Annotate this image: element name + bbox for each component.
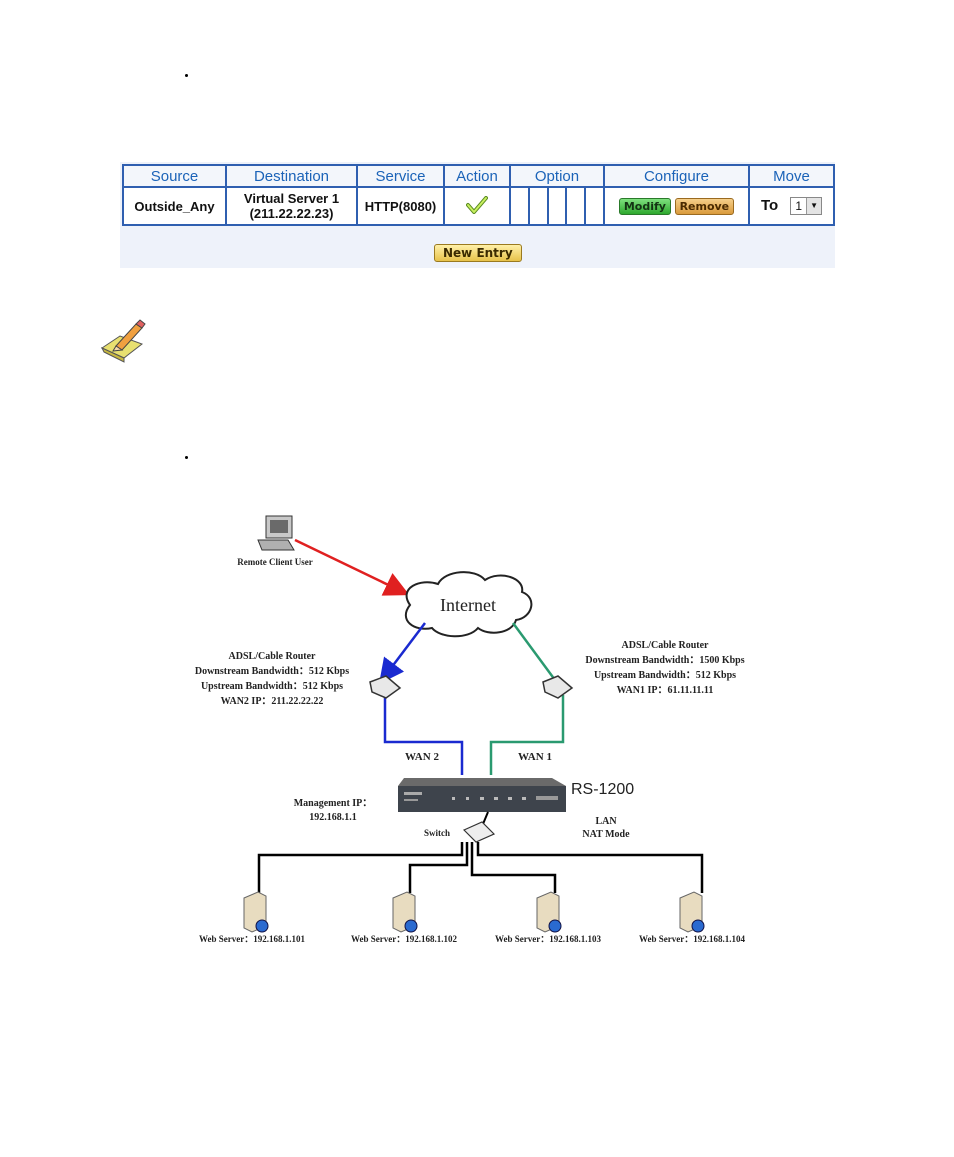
- web-server-icon: [243, 891, 269, 933]
- router-right-upstream: Upstream Bandwidth：512 Kbps: [594, 670, 736, 681]
- router-right-icon: [542, 675, 574, 699]
- web-server-icon: [392, 891, 418, 933]
- wan2-internet-link: [378, 622, 426, 684]
- router-right-downstream: Downstream Bandwidth：1500 Kbps: [585, 655, 744, 666]
- lan-links: [257, 842, 704, 893]
- web-server-label: Web Server：192.168.1.102: [351, 934, 457, 944]
- network-diagram: Remote Client User Internet ADSL/Cable R…: [195, 515, 745, 944]
- lan-label: LAN: [595, 816, 617, 827]
- router-left-icon: [369, 675, 402, 699]
- lan-link-104: [476, 842, 704, 893]
- web-server-icon: [679, 891, 705, 933]
- router-right-wan-ip: WAN1 IP：61.11.11.11: [617, 685, 714, 696]
- management-ip-value: 192.168.1.1: [309, 812, 357, 823]
- wan2-link: [383, 695, 464, 775]
- internet-label: Internet: [440, 595, 496, 615]
- router-right-title: ADSL/Cable Router: [622, 640, 710, 651]
- router-left-upstream: Upstream Bandwidth：512 Kbps: [201, 681, 343, 692]
- web-server-label: Web Server：192.168.1.104: [639, 934, 745, 944]
- switch-icon: [462, 821, 496, 843]
- nat-mode-label: NAT Mode: [582, 829, 630, 840]
- wan2-label: WAN 2: [405, 751, 439, 763]
- web-server-icon: [536, 891, 562, 933]
- router-left-wan-ip: WAN2 IP：211.22.22.22: [221, 696, 324, 707]
- device-name-label: RS-1200: [571, 781, 634, 798]
- router-right-info: ADSL/Cable Router Downstream Bandwidth：1…: [585, 640, 744, 696]
- rs1200-device-icon: [398, 778, 566, 812]
- lan-link-103: [470, 842, 557, 893]
- remote-client-computer-icon: [257, 515, 295, 551]
- wan1-label: WAN 1: [518, 751, 552, 763]
- lan-link-102: [408, 842, 469, 893]
- lan-link-101: [257, 842, 464, 893]
- router-left-info: ADSL/Cable Router Downstream Bandwidth：5…: [195, 651, 349, 707]
- management-ip-label: Management IP：: [294, 798, 373, 809]
- web-server-label: Web Server：192.168.1.103: [495, 934, 601, 944]
- switch-label: Switch: [424, 828, 450, 838]
- web-server-label: Web Server：192.168.1.101: [199, 934, 305, 944]
- wan1-link: [489, 695, 565, 775]
- router-left-downstream: Downstream Bandwidth：512 Kbps: [195, 666, 349, 677]
- wan1-internet-link: [511, 622, 557, 681]
- router-left-title: ADSL/Cable Router: [229, 651, 317, 662]
- remote-client-label: Remote Client User: [237, 557, 312, 567]
